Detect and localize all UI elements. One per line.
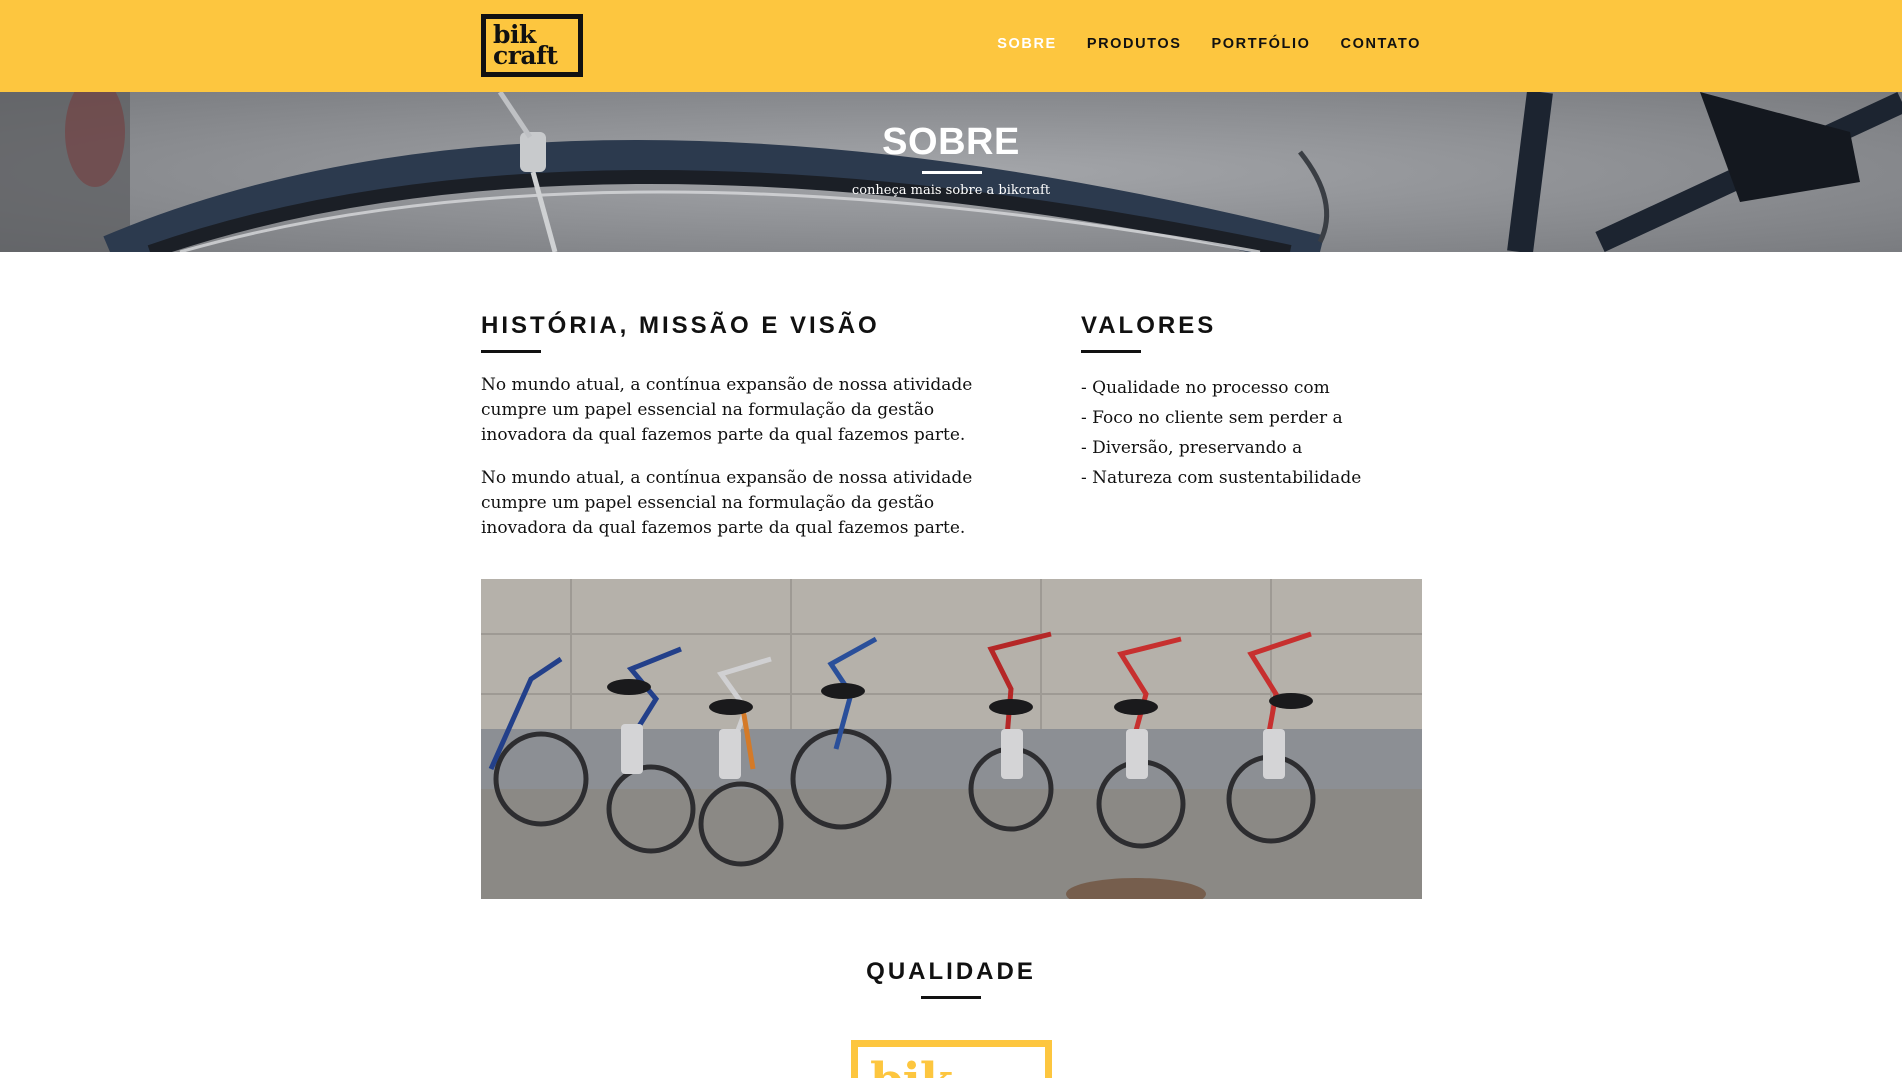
values-heading-rule [1081,350,1141,353]
values-item: - Diversão, preservando a [1081,438,1303,458]
hero-title-underline [922,171,982,174]
bikcraft-logo[interactable]: bik craft [481,14,583,77]
values-heading: VALORES [1081,312,1217,339]
main-nav: SOBRE PRODUTOS PORTFÓLIO CONTATO [997,36,1421,52]
quality-heading: QUALIDADE [866,958,1036,985]
hero-banner: SOBRE conheça mais sobre a bikcraft [0,92,1902,252]
nav-link-portfolio[interactable]: PORTFÓLIO [1212,36,1311,52]
values-item: - Foco no cliente sem perder a [1081,408,1343,428]
hero-subtitle: conheça mais sobre a bikcraft [851,183,1051,198]
site-header: bik craft SOBRE PRODUTOS PORTFÓLIO CONTA… [0,0,1902,92]
quality-logo: bik [851,1040,1052,1078]
quality-logo-text: bik [870,1053,953,1078]
history-paragraph-2: No mundo atual, a contínua expansão de n… [481,468,973,538]
history-heading: HISTÓRIA, MISSÃO E VISÃO [481,312,880,339]
quality-heading-rule [921,996,981,999]
hero-title: SOBRE [882,121,1020,163]
bicycles-photo [481,579,1422,899]
values-item: - Qualidade no processo com [1081,378,1330,398]
values-list: - Qualidade no processo com - Foco no cl… [1081,373,1361,493]
logo-text-line2: craft [493,41,558,70]
history-paragraph-1: No mundo atual, a contínua expansão de n… [481,375,973,445]
nav-link-produtos[interactable]: PRODUTOS [1087,36,1182,52]
nav-link-contato[interactable]: CONTATO [1341,36,1421,52]
history-heading-rule [481,350,541,353]
values-item: - Natureza com sustentabilidade [1081,468,1362,488]
nav-link-sobre[interactable]: SOBRE [997,36,1057,52]
